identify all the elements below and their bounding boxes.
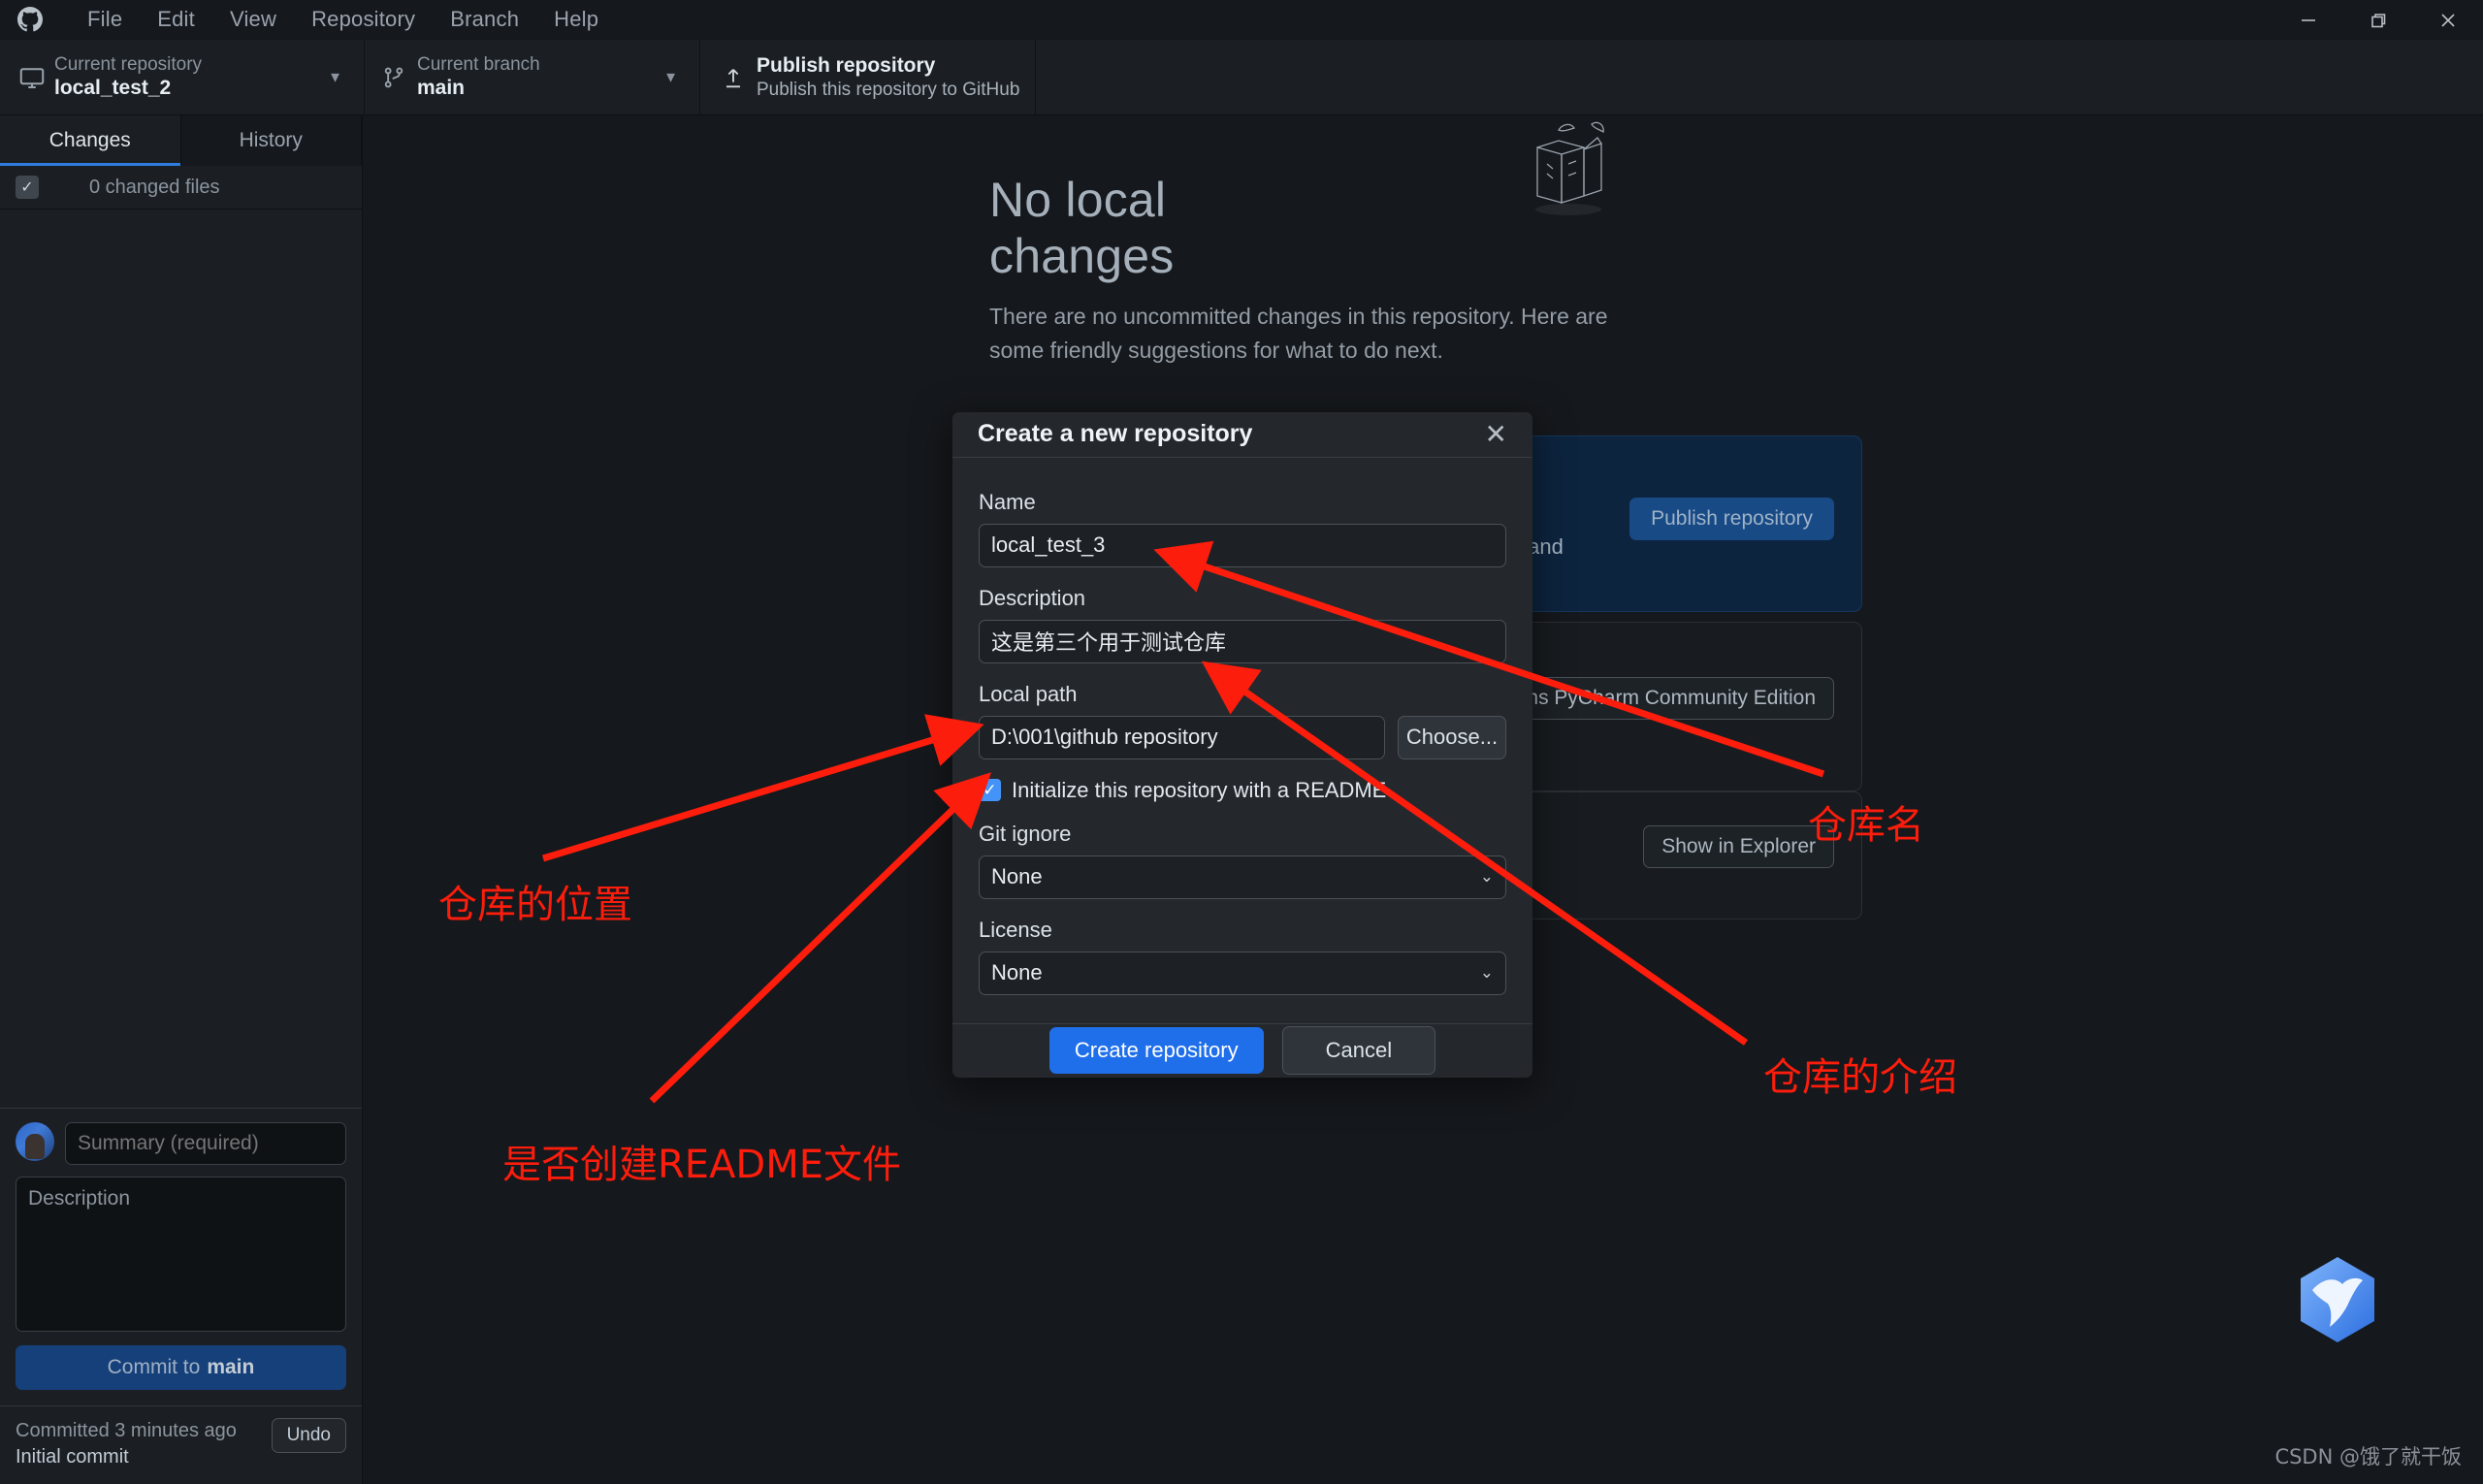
current-repository-value: local_test_2 bbox=[54, 77, 172, 100]
window-controls bbox=[2273, 0, 2483, 40]
publish-repository-subtitle: Publish this repository to GitHub bbox=[757, 79, 1020, 100]
close-icon[interactable] bbox=[2413, 0, 2483, 40]
boxes-illustration-icon bbox=[1508, 120, 1625, 227]
current-branch-button[interactable]: Current branch main ▼ bbox=[365, 40, 700, 114]
upload-icon bbox=[720, 64, 757, 91]
maximize-icon[interactable] bbox=[2343, 0, 2413, 40]
cancel-button[interactable]: Cancel bbox=[1281, 1026, 1436, 1076]
menu-item-repository[interactable]: Repository bbox=[294, 3, 433, 36]
commit-button-branch: main bbox=[207, 1356, 255, 1378]
commit-summary-input[interactable] bbox=[65, 1122, 346, 1165]
hummingbird-logo-icon bbox=[2289, 1251, 2386, 1348]
commit-button[interactable]: Commit to main bbox=[16, 1345, 346, 1390]
commit-description-input[interactable]: Description bbox=[16, 1177, 346, 1332]
watermark: CSDN @饿了就干饭 bbox=[2274, 1445, 2462, 1468]
branch-icon bbox=[380, 64, 417, 91]
license-value: None bbox=[991, 960, 1043, 985]
publish-repository-title: Publish repository bbox=[757, 54, 936, 78]
chevron-down-icon: ▼ bbox=[328, 69, 342, 85]
chevron-down-icon: ⌄ bbox=[1479, 867, 1494, 887]
current-branch-value: main bbox=[417, 77, 466, 100]
chevron-down-icon: ⌄ bbox=[1479, 963, 1494, 983]
chevron-down-icon: ▼ bbox=[663, 69, 678, 85]
create-repository-dialog: Create a new repository ✕ Name local_tes… bbox=[952, 412, 1532, 1078]
publish-repository-panel-button[interactable]: Publish repository bbox=[1629, 498, 1834, 540]
gitignore-label: Git ignore bbox=[979, 821, 1072, 846]
changed-files-count: 0 changed files bbox=[89, 176, 220, 198]
current-branch-label: Current branch bbox=[417, 54, 540, 76]
open-in-editor-button[interactable]: rains PyCharm Community Edition bbox=[1486, 677, 1834, 720]
commit-button-prefix: Commit to bbox=[107, 1356, 201, 1378]
dialog-footer: Create repository Cancel bbox=[952, 1022, 1532, 1078]
menu-bar: File Edit View Repository Branch Help bbox=[70, 3, 616, 36]
select-all-checkbox[interactable]: ✓ bbox=[16, 176, 39, 199]
gitignore-field-group: Git ignore None ⌄ bbox=[979, 822, 1506, 899]
github-desktop-window: File Edit View Repository Branch Help Cu… bbox=[0, 0, 2483, 1484]
page-title: No local changes bbox=[989, 173, 1175, 283]
readme-checkbox-row[interactable]: ✓ Initialize this repository with a READ… bbox=[979, 778, 1506, 803]
create-repository-button[interactable]: Create repository bbox=[1048, 1027, 1264, 1075]
toolbar: Current repository local_test_2 ▼ Curren… bbox=[0, 40, 2483, 115]
sidebar-tabs: Changes History bbox=[0, 115, 362, 166]
repository-icon bbox=[17, 63, 54, 92]
readme-checkbox[interactable]: ✓ bbox=[979, 779, 1001, 802]
license-label: License bbox=[979, 917, 1052, 942]
dialog-body: Name local_test_3 Description 这是第三个用于测试仓… bbox=[952, 458, 1532, 1023]
description-field-group: Description 这是第三个用于测试仓库 bbox=[979, 586, 1506, 663]
gitignore-select[interactable]: None ⌄ bbox=[979, 855, 1506, 899]
name-field-group: Name local_test_3 bbox=[979, 490, 1506, 567]
last-commit-message: Initial commit bbox=[16, 1446, 129, 1468]
minimize-icon[interactable] bbox=[2273, 0, 2343, 40]
license-field-group: License None ⌄ bbox=[979, 918, 1506, 995]
last-commit-bar: Committed 3 minutes ago Initial commit U… bbox=[0, 1405, 362, 1484]
undo-button[interactable]: Undo bbox=[271, 1418, 346, 1453]
tab-changes[interactable]: Changes bbox=[0, 115, 181, 166]
current-repository-label: Current repository bbox=[54, 54, 203, 76]
dialog-title: Create a new repository bbox=[978, 420, 1253, 448]
last-commit-time: Committed 3 minutes ago bbox=[16, 1420, 237, 1441]
changed-files-header: ✓ 0 changed files bbox=[0, 166, 362, 210]
gitignore-value: None bbox=[991, 864, 1043, 889]
menu-item-branch[interactable]: Branch bbox=[433, 3, 536, 36]
license-select[interactable]: None ⌄ bbox=[979, 951, 1506, 995]
name-label: Name bbox=[979, 489, 1036, 514]
menu-item-view[interactable]: View bbox=[212, 3, 294, 36]
menu-item-file[interactable]: File bbox=[70, 3, 140, 36]
no-local-changes-block: No local changes There are no uncommitte… bbox=[364, 115, 1608, 368]
changed-files-list[interactable] bbox=[0, 210, 362, 1108]
name-input[interactable]: local_test_3 bbox=[979, 523, 1506, 567]
readme-checkbox-label: Initialize this repository with a README bbox=[1012, 777, 1387, 802]
title-bar: File Edit View Repository Branch Help bbox=[0, 0, 2483, 40]
menu-item-help[interactable]: Help bbox=[536, 3, 616, 36]
description-input[interactable]: 这是第三个用于测试仓库 bbox=[979, 619, 1506, 663]
current-repository-button[interactable]: Current repository local_test_2 ▼ bbox=[0, 40, 365, 114]
description-label: Description bbox=[979, 585, 1086, 610]
github-logo-icon bbox=[10, 0, 50, 40]
menu-item-edit[interactable]: Edit bbox=[140, 3, 212, 36]
close-icon[interactable]: ✕ bbox=[1485, 420, 1507, 448]
local-path-field-group: Local path D:\001\github repository Choo… bbox=[979, 682, 1506, 759]
tab-history[interactable]: History bbox=[181, 115, 362, 166]
show-in-explorer-button[interactable]: Show in Explorer bbox=[1643, 825, 1834, 868]
sidebar: Changes History ✓ 0 changed files Descri… bbox=[0, 115, 363, 1484]
local-path-input[interactable]: D:\001\github repository bbox=[979, 715, 1385, 759]
choose-folder-button[interactable]: Choose... bbox=[1398, 715, 1506, 759]
avatar bbox=[16, 1122, 54, 1161]
commit-form: Description Commit to main bbox=[0, 1108, 362, 1405]
local-path-label: Local path bbox=[979, 681, 1078, 706]
publish-repository-button[interactable]: Publish repository Publish this reposito… bbox=[700, 40, 1036, 114]
dialog-header: Create a new repository ✕ bbox=[952, 412, 1532, 458]
page-subtitle: There are no uncommitted changes in this… bbox=[989, 304, 1608, 363]
